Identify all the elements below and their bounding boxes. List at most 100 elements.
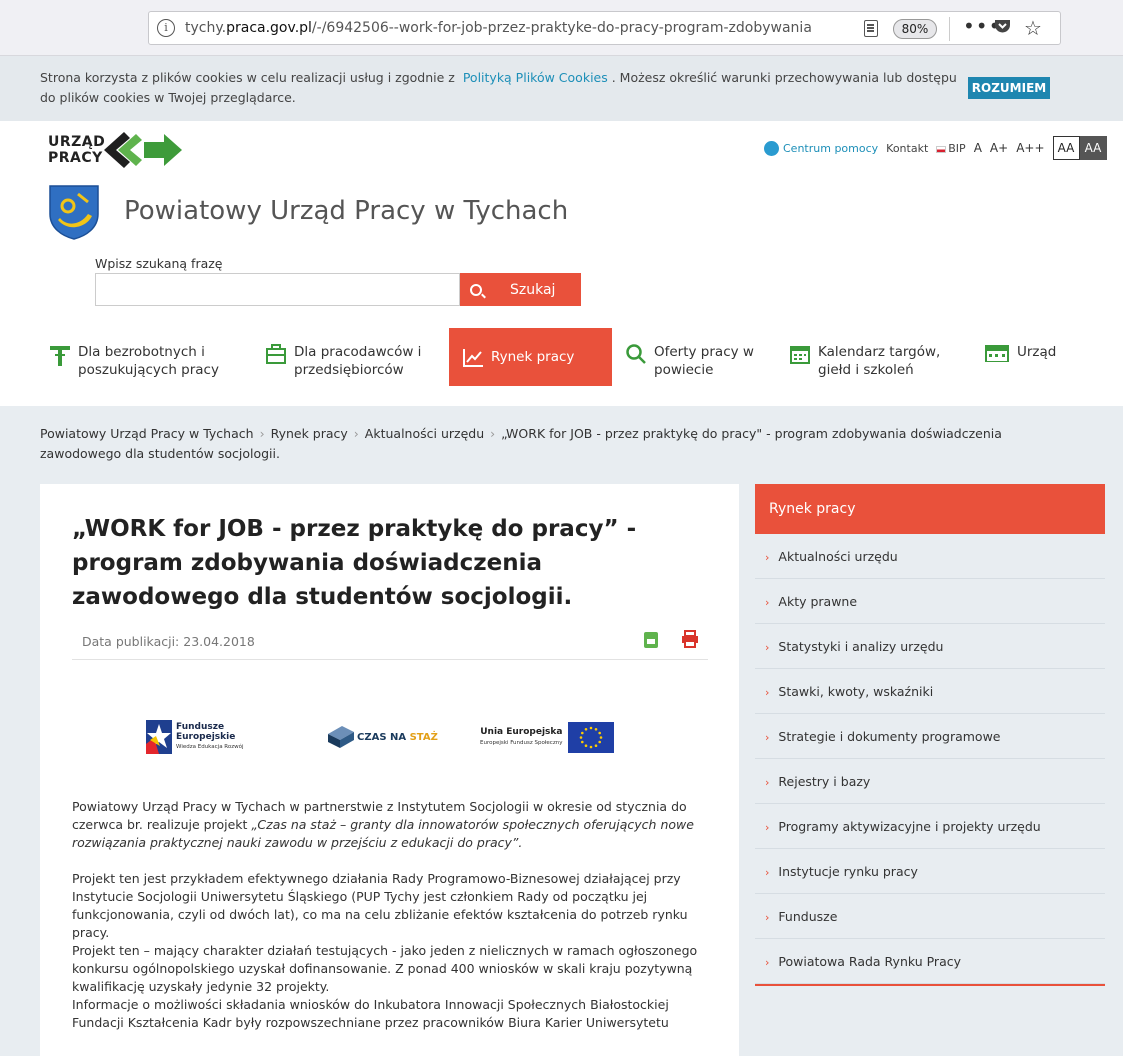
logo-line-1: URZĄD [48,134,106,150]
urzad-pracy-logo[interactable]: URZĄD PRACY [48,132,182,168]
publication-date: Data publikacji: 23.04.2018 [82,634,255,649]
chevron-right-icon: › [765,866,770,879]
search-input[interactable] [95,273,460,306]
paragraph-4: Informacje o możliwości składania wniosk… [72,997,669,1030]
cookie-accept-button[interactable]: ROZUMIEM [968,77,1050,99]
fe-sub: Wiedza Edukacja Rozwój [176,744,244,750]
breadcrumb-news[interactable]: Aktualności urzędu [365,426,484,441]
chevron-right-icon: › [765,686,770,699]
browser-toolbar: i tychy.praca.gov.pl/-/6942506--work-for… [0,0,1123,56]
reader-view-icon[interactable] [864,20,878,37]
nav-item-labor-market[interactable]: Rynek pracy [449,328,612,386]
sidebar-item-institutions[interactable]: › Instytucje rynku pracy [755,849,1105,894]
breadcrumb-separator: › [490,426,496,441]
tychy-crest-icon [49,185,99,240]
url-bar[interactable]: i tychy.praca.gov.pl/-/6942506--work-for… [148,11,1061,45]
chevron-right-icon: › [765,956,770,969]
sidebar-item-strategies[interactable]: › Strategie i dokumenty programowe [755,714,1105,759]
sidebar-item-programs[interactable]: › Programy aktywizacyjne i projekty urzęd… [755,804,1105,849]
sidebar: Rynek pracy › Aktualności urzędu › Akty pr… [755,484,1105,986]
bip-link[interactable]: BIP [936,142,966,155]
sidebar-item-funds[interactable]: › Fundusze [755,894,1105,939]
search-button-label: Szukaj [510,281,556,298]
search-label: Wpisz szukaną frazę [95,256,223,271]
czas-logo-icon [328,726,354,748]
sidebar-item-news[interactable]: › Aktualności urzędu [755,534,1105,579]
search-button[interactable]: Szukaj [460,273,581,306]
chevron-right-icon: › [765,776,770,789]
pdf-icon[interactable] [644,632,658,648]
print-icon[interactable] [681,630,699,648]
pocket-icon[interactable] [994,19,1011,39]
breadcrumb-home[interactable]: Powiatowy Urząd Pracy w Tychach [40,426,254,441]
sidebar-title[interactable]: Rynek pracy [755,484,1105,534]
magnifier-icon [626,344,646,364]
logo-arrows-icon [104,132,182,168]
font-size-large[interactable]: A+ [990,141,1008,155]
fundusze-europejskie-logo: Fundusze Europejskie Wiedza Edukacja Roz… [146,720,244,754]
funding-logos: Fundusze Europejskie Wiedza Edukacja Roz… [146,720,631,760]
contrast-switch: AA AA [1052,136,1107,160]
staz-text: STAŻ [409,731,438,743]
contrast-normal[interactable]: AA [1052,136,1080,160]
site-title[interactable]: Powiatowy Urząd Pracy w Tychach [124,196,568,226]
zoom-indicator[interactable]: 80% [893,19,937,39]
info-stand-icon [50,346,70,366]
chevron-right-icon: › [765,911,770,924]
cookie-policy-link[interactable]: Polityką Plików Cookies [463,70,608,85]
unia-europejska-logo: Unia Europejska Europejski Fundusz Społe… [480,722,615,753]
fe-name-2: Europejskie [176,732,236,742]
building-icon [985,345,1009,362]
nav-item-employers[interactable]: Dla pracodawców i przedsiębiorców [266,328,446,386]
ue-sub: Europejski Fundusz Społeczny [480,739,563,746]
nav-label: Dla pracodawców i przedsiębiorców [294,344,422,378]
cookie-text: Strona korzysta z plików cookies w celu … [40,70,957,105]
czas-text: CZAS NA [357,731,407,743]
nav-label: Urząd [1017,344,1057,360]
fe-name: Fundusze [176,722,225,732]
breadcrumb-labor-market[interactable]: Rynek pracy [271,426,348,441]
sidebar-item-statistics[interactable]: › Statystyki i analizy urzędu [755,624,1105,669]
url-fade [809,14,859,42]
contrast-high[interactable]: AA [1079,136,1107,160]
nav-item-calendar[interactable]: Kalendarz targów, giełd i szkoleń [790,328,960,386]
calendar-icon [790,346,810,364]
czas-na-staz-logo: CZAS NA STAŻ [328,726,438,748]
nav-item-office[interactable]: Urząd [985,328,1085,386]
sidebar-bottom-border [755,984,1105,986]
sidebar-item-registers[interactable]: › Rejestry i bazy [755,759,1105,804]
breadcrumb-separator: › [259,426,265,441]
paragraph-1: Powiatowy Urząd Pracy w Tychach w partne… [72,799,694,850]
article: „WORK for JOB - przez praktykę do pracy”… [40,484,739,1056]
url-divider [949,17,950,41]
bip-flag-icon [936,145,947,153]
ue-name: Unia Europejska [480,726,563,737]
info-icon[interactable]: i [157,19,175,37]
chevron-right-icon: › [765,596,770,609]
help-center-link[interactable]: Centrum pomocy [764,140,878,156]
cookie-banner: Strona korzysta z plików cookies w celu … [0,56,1123,121]
nav-label: Rynek pracy [491,349,575,365]
bookmark-star-icon[interactable]: ☆ [1024,16,1042,40]
sidebar-item-rates[interactable]: › Stawki, kwoty, wskaźniki [755,669,1105,714]
paragraph-3: Projekt ten – mający charakter działań t… [72,943,698,994]
nav-item-job-offers[interactable]: Oferty pracy w powiecie [626,328,766,386]
paragraph-2: Projekt ten jest przykładem efektywnego … [72,871,688,940]
font-size-normal[interactable]: A [974,141,982,155]
sidebar-item-legal-acts[interactable]: › Akty prawne [755,579,1105,624]
breadcrumb-separator: › [353,426,359,441]
sidebar-item-council[interactable]: › Powiatowa Rada Rynku Pracy [755,939,1105,984]
contact-link[interactable]: Kontakt [886,142,928,155]
chevron-right-icon: › [765,551,770,564]
article-divider [72,659,708,660]
chevron-right-icon: › [765,731,770,744]
search-icon [470,283,482,296]
chevron-right-icon: › [765,641,770,654]
main-nav: Dla bezrobotnych i poszukujących pracy Dl… [0,328,1123,386]
sidebar-menu: › Aktualności urzędu › Akty prawne › Statys… [755,534,1105,984]
briefcase-icon [266,344,286,364]
font-size-xlarge[interactable]: A++ [1016,141,1044,155]
nav-label: Oferty pracy w powiecie [654,344,754,378]
url-text[interactable]: tychy.praca.gov.pl/-/6942506--work-for-j… [185,20,857,36]
nav-item-unemployed[interactable]: Dla bezrobotnych i poszukujących pracy [50,328,260,386]
